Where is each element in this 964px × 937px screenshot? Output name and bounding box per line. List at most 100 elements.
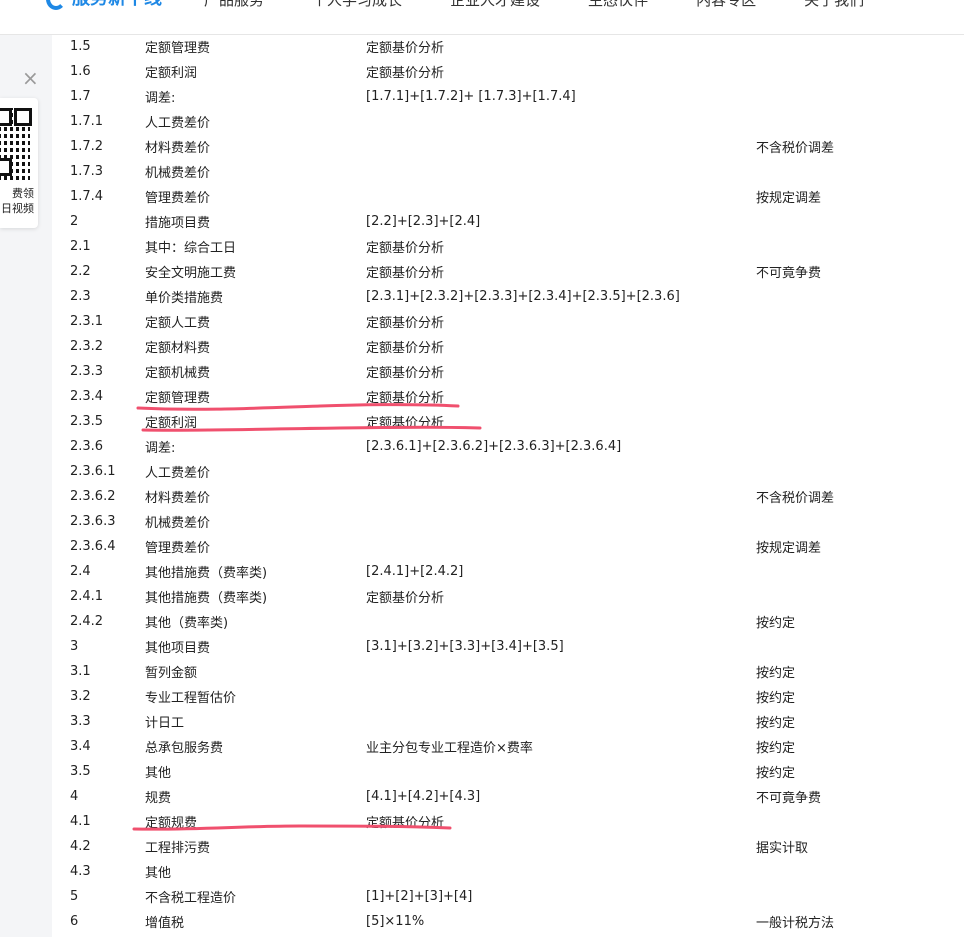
row-code: 2.3.6.3 [70,514,116,529]
nav-item-personal-learning[interactable]: 个人学习成长 [312,0,402,11]
site-logo[interactable]: 服务新干线 [46,0,162,10]
row-name: 增值税 [145,916,185,931]
row-note: 按约定 [756,741,796,756]
table-row: 2.3.6.1 人工费差价 [70,459,956,484]
table-row: 4.3 其他 [70,859,956,884]
nav-item-ecosystem-partners[interactable]: 生态伙伴 [588,0,648,11]
row-name: 其他项目费 [145,641,211,656]
row-basis: 定额基价分析 [366,391,445,406]
row-code: 4.1 [70,814,91,829]
row-note [756,409,956,434]
row-code: 3.3 [70,714,91,729]
row-code: 1.7.2 [70,139,104,154]
row-note [756,34,956,59]
row-code: 2 [70,214,79,229]
row-name: 定额管理费 [145,41,211,56]
table-row: 3 其他项目费 [3.1]+[3.2]+[3.3]+[3.4]+[3.5] [70,634,956,659]
row-basis: [5]×11% [366,914,425,929]
row-note: 不含税价调差 [756,491,835,506]
row-note [756,884,956,909]
row-code: 3.4 [70,739,91,754]
row-name: 材料费差价 [145,141,211,156]
row-note [756,59,956,84]
table-row: 1.7.3 机械费差价 [70,159,956,184]
row-note: 按约定 [756,766,796,781]
row-basis: [2.3.6.1]+[2.3.6.2]+[2.3.6.3]+[2.3.6.4] [366,439,622,454]
row-basis [366,134,756,159]
row-code: 2.2 [70,264,91,279]
table-row: 2.3.5 定额利润 定额基价分析 [70,409,956,434]
table-row: 2.2 安全文明施工费 定额基价分析 不可竟争费 [70,259,956,284]
row-code: 4.2 [70,839,91,854]
table-row: 1.7 调差: [1.7.1]+[1.7.2]+ [1.7.3]+[1.7.4] [70,84,956,109]
table-row: 3.5 其他 按约定 [70,759,956,784]
table-row: 2.3.4 定额管理费 定额基价分析 [70,384,956,409]
row-name: 管理费差价 [145,541,211,556]
row-basis: [2.4.1]+[2.4.2] [366,564,464,579]
row-basis: 定额基价分析 [366,41,445,56]
row-name: 材料费差价 [145,491,211,506]
table-row: 2.3.6.2 材料费差价 不含税价调差 [70,484,956,509]
row-note [756,809,956,834]
row-code: 4 [70,789,79,804]
row-name: 其他措施费（费率类) [145,591,268,606]
row-basis [366,509,756,534]
fee-calculation-table: 1.5 定额管理费 定额基价分析 1.6 定额利润 定额基价分析 1.7 调差: [1.7.1]… [70,34,956,934]
table-row: 2.3.6.4 管理费差价 按规定调差 [70,534,956,559]
row-basis [366,759,756,784]
row-basis: [2.2]+[2.3]+[2.4] [366,214,481,229]
row-note: 按规定调差 [756,191,822,206]
row-note: 不可竟争费 [756,266,822,281]
row-note: 按约定 [756,716,796,731]
row-basis [366,859,756,884]
qr-finder-icon [0,158,12,176]
table-row: 2.3.6.3 机械费差价 [70,509,956,534]
row-name: 工程排污费 [145,841,211,856]
row-code: 2.3.6.2 [70,489,116,504]
table-row: 3.3 计日工 按约定 [70,709,956,734]
row-basis: 定额基价分析 [366,316,445,331]
nav-item-about-us[interactable]: 关于我们 [804,0,864,11]
row-code: 2.3 [70,289,91,304]
row-note: 按约定 [756,691,796,706]
row-code: 3 [70,639,79,654]
row-note: 一般计税方法 [756,916,835,931]
row-name: 其他 [145,766,172,781]
row-name: 其他（费率类) [145,616,229,631]
row-code: 2.3.6.4 [70,539,116,554]
table-row: 4.2 工程排污费 据实计取 [70,834,956,859]
row-note [756,359,956,384]
nav-item-products[interactable]: 产品服务 [204,0,264,11]
row-name: 定额人工费 [145,316,211,331]
qr-code-widget[interactable]: 费领 日视频 [0,98,38,228]
table-row: 2 措施项目费 [2.2]+[2.3]+[2.4] [70,209,956,234]
row-basis: 定额基价分析 [366,816,445,831]
row-note [756,334,956,359]
row-note [756,434,956,459]
row-name: 规费 [145,791,172,806]
close-icon[interactable]: × [22,68,39,88]
logo-text: 服务新干线 [72,0,162,10]
row-code: 1.5 [70,39,91,54]
row-note [756,384,956,409]
nav-item-content-zone[interactable]: 内容专区 [696,0,756,11]
row-name: 定额管理费 [145,391,211,406]
row-note [756,309,956,334]
nav-item-enterprise-talent[interactable]: 企业人才建设 [450,0,540,11]
table-row: 2.3 单价类措施费 [2.3.1]+[2.3.2]+[2.3.3]+[2.3.4]… [70,284,956,309]
row-code: 3.1 [70,664,91,679]
row-basis [366,459,756,484]
row-basis [366,684,756,709]
table-row: 1.7.1 人工费差价 [70,109,956,134]
row-basis [366,184,756,209]
row-note [756,559,956,584]
row-basis: 定额基价分析 [366,241,445,256]
table-row: 6 增值税 [5]×11% 一般计税方法 [70,909,956,934]
row-name: 机械费差价 [145,516,211,531]
row-code: 1.7.3 [70,164,104,179]
row-basis: [3.1]+[3.2]+[3.3]+[3.4]+[3.5] [366,639,564,654]
table-row: 2.4.1 其他措施费（费率类) 定额基价分析 [70,584,956,609]
logo-icon [46,0,66,10]
row-note [756,159,956,184]
table-row: 1.7.2 材料费差价 不含税价调差 [70,134,956,159]
